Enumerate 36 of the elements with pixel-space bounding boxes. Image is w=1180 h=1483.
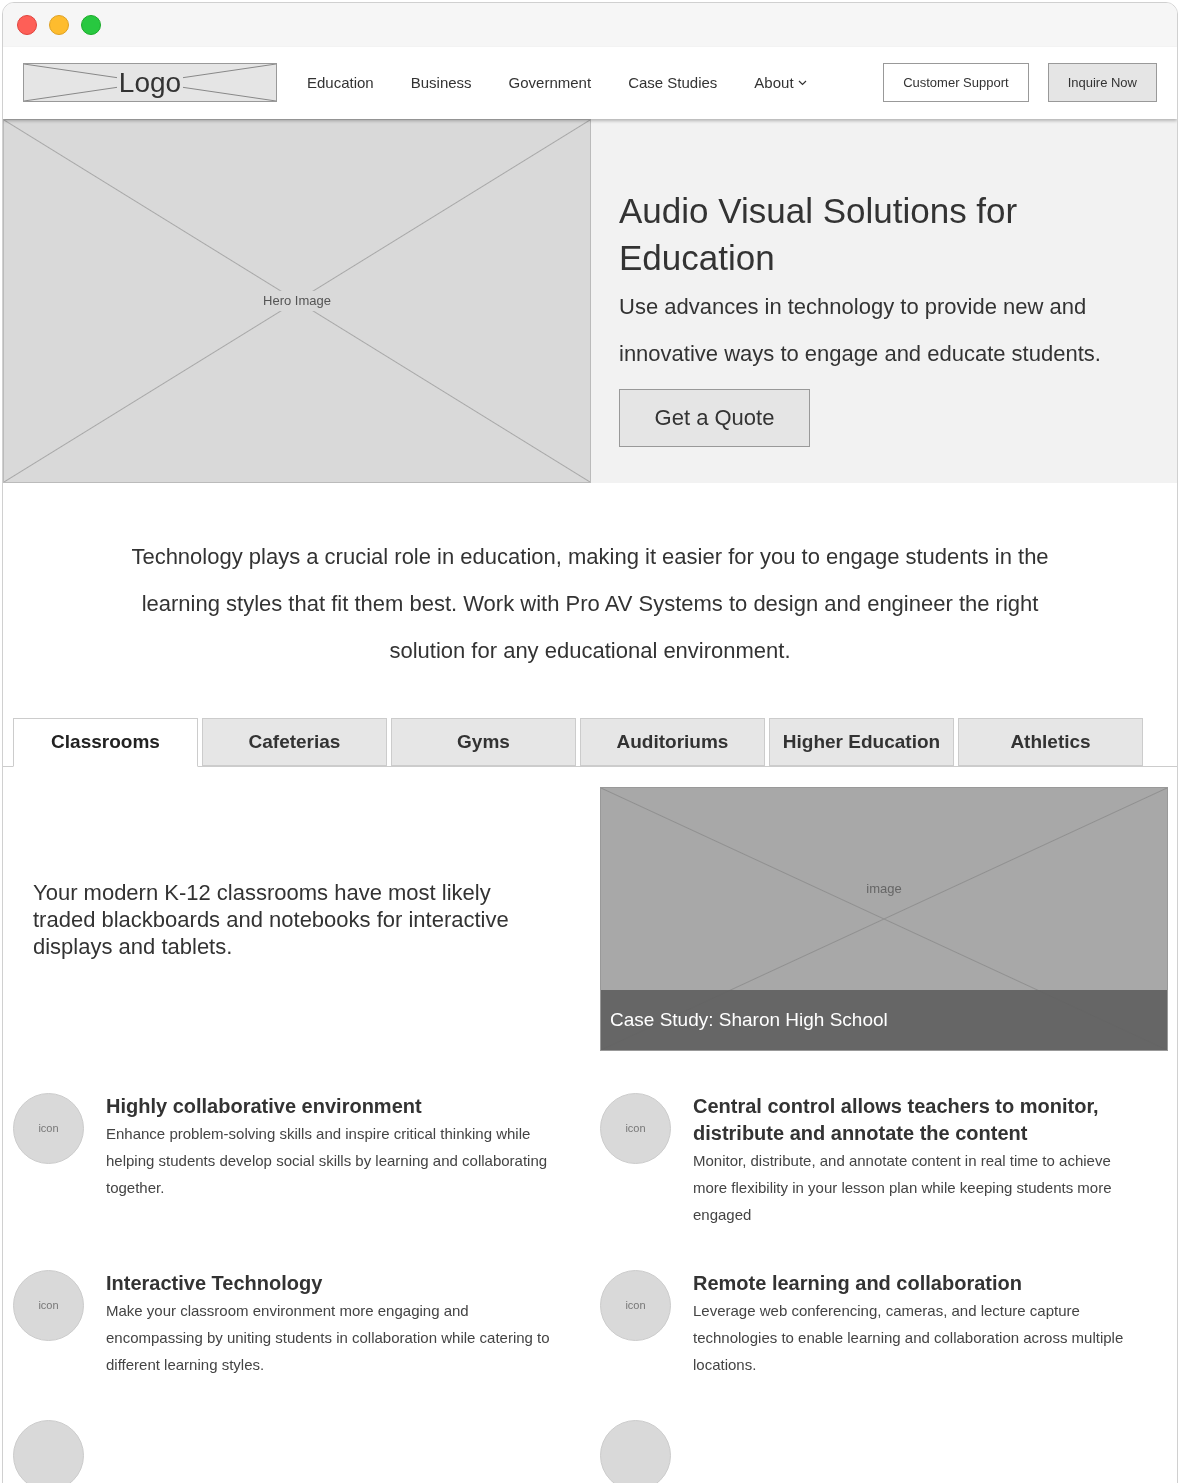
nav-link[interactable]: Education — [307, 71, 374, 95]
logo-placeholder[interactable]: Logo — [23, 63, 277, 103]
feature-description: Monitor, distribute, and annotate content in real time to achieve more flexibility in your lesson plan while keeping students more engaged — [693, 1151, 1113, 1225]
feature-title: Remote learning and collaboration — [693, 1271, 1023, 1296]
feature-description: Enhance problem-solving skills and inspire critical thinking while helping students develop social skills by learning and collaborating together. — [106, 1124, 549, 1198]
feature-title: Interactive Technology — [106, 1271, 324, 1296]
feature-title: Highly collaborative environment — [106, 1094, 423, 1119]
tab-description: Your modern K-12 classrooms have most likely traded blackboards and notebooks for interactive displays and tablets. — [33, 878, 510, 960]
category-tab[interactable]: Auditoriums — [580, 718, 765, 766]
quote-button[interactable]: Get a Quote — [619, 388, 810, 447]
intro-paragraph: Technology plays a crucial role in education, making it easier for you to engage students in the learning styles that fit them best. Work with Pro AV Systems to design and engineer the right solution for any educational environment. — [130, 543, 1050, 665]
icon-label: icon — [38, 1298, 59, 1314]
icon-label: icon — [625, 1298, 646, 1314]
feature-description: Make your classroom environment more engaging and encompassing by uniting students in collaboration while catering to different learning styles. — [106, 1301, 551, 1375]
nav-link[interactable]: Government — [508, 71, 592, 95]
category-tab[interactable]: Classrooms — [13, 718, 198, 767]
maximize-window-icon[interactable] — [81, 14, 101, 35]
case-study-caption: Case Study: Sharon High School — [610, 1007, 888, 1032]
icon-label: icon — [38, 1121, 59, 1137]
close-window-icon[interactable] — [17, 14, 37, 35]
hero-subtitle: Use advances in technology to provide new and innovative ways to engage and educate students. — [619, 292, 1102, 368]
nav-link[interactable]: Case Studies — [628, 71, 718, 95]
feature-title: Central control allows teachers to monitor, distribute and annotate the content — [693, 1094, 1100, 1146]
category-tab[interactable]: Cafeterias — [202, 718, 387, 766]
nav-link[interactable]: About — [754, 71, 807, 95]
support-button[interactable]: Customer Support — [883, 63, 1029, 103]
minimize-window-icon[interactable] — [49, 14, 69, 35]
category-tab[interactable]: Higher Education — [769, 718, 954, 766]
feature-description: Leverage web conferencing, cameras, and lecture capture technologies to enable learning and collaboration across multiple locations. — [693, 1301, 1125, 1375]
inquire-button[interactable]: Inquire Now — [1047, 63, 1157, 103]
hero-title: Audio Visual Solutions for Education — [619, 189, 1019, 279]
icon-label: icon — [625, 1121, 646, 1137]
category-tab[interactable]: Gyms — [391, 718, 576, 766]
image-label: Hero Image — [263, 291, 331, 311]
nav-link[interactable]: Business — [410, 71, 472, 95]
category-tab[interactable]: Athletics — [958, 718, 1143, 766]
